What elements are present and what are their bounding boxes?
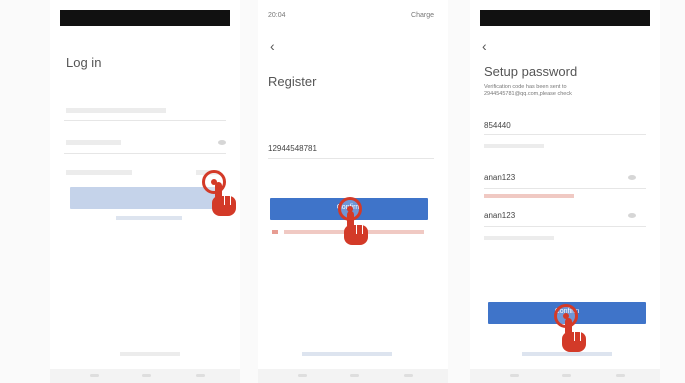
password-visibility-icon[interactable] [218,140,226,145]
confirm-password-visibility-icon[interactable] [628,213,636,218]
status-time: 20:04 [268,12,286,19]
password-field[interactable] [484,188,646,189]
code-field-value[interactable]: 854440 [484,121,511,130]
redacted-status-bar [60,10,230,26]
system-navigation-bar [470,369,660,383]
password-hint-text [484,194,574,198]
nav-home-icon[interactable] [350,374,359,377]
page-title: Register [268,74,317,89]
password-visibility-icon[interactable] [628,175,636,180]
tap-hand-icon [344,211,370,245]
footer-link[interactable] [522,352,612,356]
nav-back-icon[interactable] [298,374,307,377]
status-battery: Charge [411,12,434,19]
nav-back-icon[interactable] [90,374,99,377]
footer-link[interactable] [302,352,392,356]
password-rule-text [484,236,554,240]
agreement-checkbox[interactable] [272,230,278,234]
phone-field-value[interactable]: 12944548781 [268,144,317,153]
system-navigation-bar [258,369,448,383]
privacy-link[interactable] [116,216,182,220]
password-field[interactable] [64,153,226,154]
register-screen: 20:04 Charge ‹ Register 12944548781 Conf… [258,0,448,383]
system-navigation-bar [50,369,240,383]
verification-note: Verification code has been sent to 29445… [484,84,572,97]
password-field-placeholder [66,140,121,145]
resend-code-text[interactable] [484,144,544,148]
nav-home-icon[interactable] [142,374,151,377]
redacted-status-bar [480,10,650,26]
nav-recents-icon[interactable] [196,374,205,377]
code-field[interactable] [484,134,646,135]
back-icon[interactable]: ‹ [270,38,275,54]
setup-password-screen: ‹ Setup password Verification code has b… [470,0,660,383]
nav-recents-icon[interactable] [404,374,413,377]
account-field[interactable] [64,120,226,121]
footer-link[interactable] [120,352,180,356]
page-title: Setup password [484,64,578,79]
page-title: Log in [66,55,102,70]
confirm-password-field[interactable] [484,226,646,227]
tap-hand-icon [562,318,588,352]
phone-field[interactable] [268,158,434,159]
account-field-placeholder [66,108,166,113]
confirm-button[interactable] [70,187,220,209]
nav-back-icon[interactable] [510,374,519,377]
confirm-password-field-value[interactable]: anan123 [484,211,515,220]
tap-hand-icon [212,182,238,216]
nav-recents-icon[interactable] [616,374,625,377]
password-field-value[interactable]: anan123 [484,173,515,182]
login-screen: Log in [50,0,240,383]
status-bar: 20:04 Charge [268,12,434,24]
nav-home-icon[interactable] [562,374,571,377]
back-icon[interactable]: ‹ [482,38,487,54]
forgot-password-link[interactable] [66,170,132,175]
